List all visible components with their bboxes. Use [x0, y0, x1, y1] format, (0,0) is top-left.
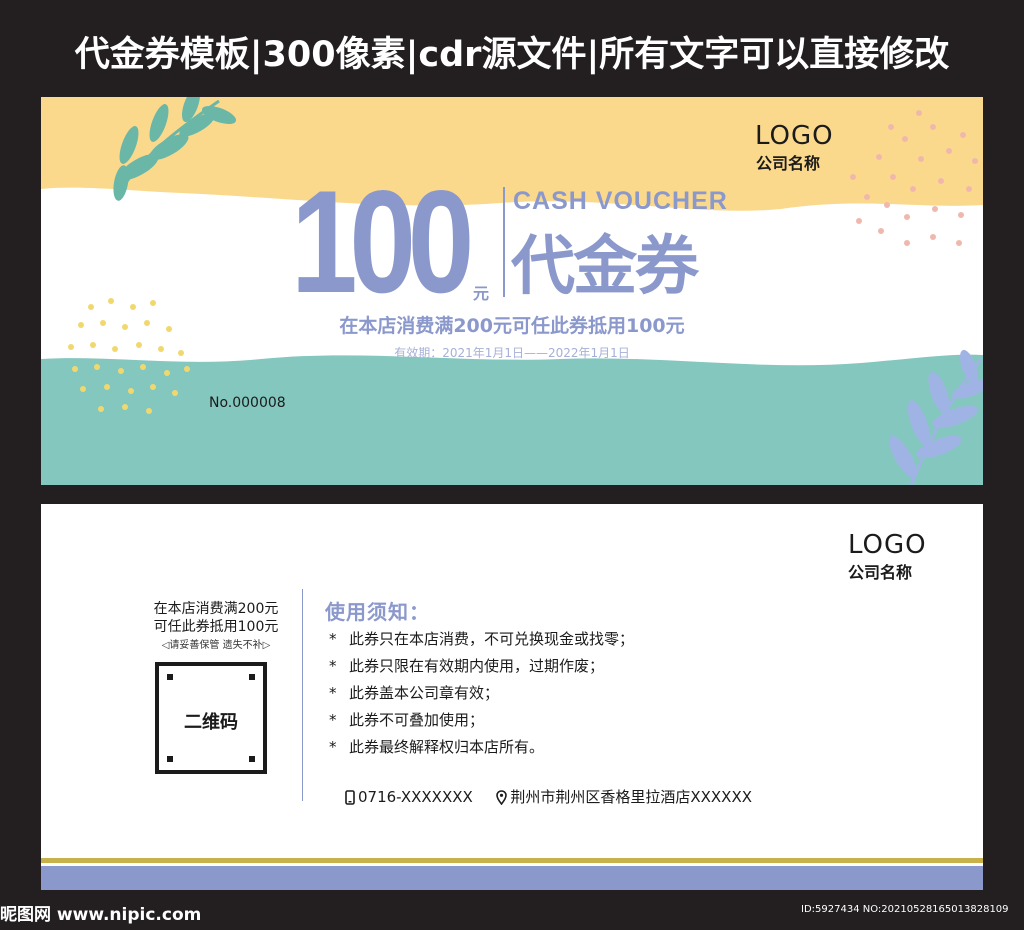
front-logo: LOGO: [755, 121, 834, 151]
qr-corner-icon: [249, 674, 255, 680]
notice-item: * 此券最终解释权归本店所有。: [329, 738, 545, 756]
amount-unit: 元: [473, 284, 490, 303]
qr-label: 二维码: [184, 712, 238, 733]
qr-corner-icon: [249, 756, 255, 762]
notice-item: * 此券只在本店消费，不可兑换现金或找零；: [329, 630, 635, 648]
front-company-name: 公司名称: [756, 154, 821, 173]
qr-corner-icon: [167, 674, 173, 680]
serial-number: No.000008: [209, 395, 286, 411]
voucher-back: LOGO 公司名称 在本店消费满200元 可任此券抵用100元 ◁请妥善保管 遗…: [41, 504, 983, 890]
qr-code-placeholder: 二维码: [155, 662, 267, 774]
back-divider: [302, 589, 303, 801]
watermark: 昵图网 www.nipic.com: [0, 905, 202, 925]
bullet-icon: *: [329, 711, 337, 729]
voucher-name: 代金券: [511, 230, 699, 302]
validity-period: 有效期：2021年1月1日——2022年1月1日: [394, 346, 630, 360]
notice-item: * 此券不可叠加使用；: [329, 711, 485, 729]
usage-rule: 在本店消费满200元可任此券抵用100元: [339, 315, 685, 337]
phone-number: 0716-XXXXXXX: [358, 788, 473, 806]
cash-voucher-label: CASH VOUCHER: [513, 187, 728, 215]
image-id-info: ID:5927434 NO:20210528165013828109: [801, 904, 1009, 915]
back-logo: LOGO: [848, 530, 927, 560]
bullet-icon: *: [329, 630, 337, 648]
teal-band: [41, 354, 983, 485]
address: 荆州市荆州区香格里拉酒店XXXXXX: [510, 788, 753, 806]
contact-line: 0716-XXXXXXX 荆州市荆州区香格里拉酒店XXXXXX: [345, 786, 752, 807]
location-pin-icon: [496, 790, 508, 805]
notice-title: 使用须知：: [325, 600, 430, 624]
notice-item: * 此券只限在有效期内使用，过期作废；: [329, 657, 605, 675]
voucher-amount: 100: [291, 160, 474, 323]
voucher-front: LOGO 公司名称 100 元 CASH VOUCHER 代金券 在本店消费满2…: [41, 97, 983, 485]
gold-stripe: [41, 858, 983, 863]
bullet-icon: *: [329, 738, 337, 756]
notice-item: * 此券盖本公司章有效；: [329, 684, 500, 702]
title-divider: [503, 187, 505, 297]
bullet-icon: *: [329, 657, 337, 675]
banner-title: 代金券模板|300像素|cdr源文件|所有文字可以直接修改: [74, 35, 950, 75]
keep-note: ◁请妥善保管 遗失不补▷: [161, 640, 271, 651]
back-rule-line1: 在本店消费满200元: [153, 601, 279, 617]
qr-corner-icon: [167, 756, 173, 762]
phone-icon: [345, 790, 355, 805]
bullet-icon: *: [329, 684, 337, 702]
blue-stripe: [41, 866, 983, 890]
back-rule-line2: 可任此券抵用100元: [153, 619, 279, 635]
back-company-name: 公司名称: [848, 563, 913, 582]
